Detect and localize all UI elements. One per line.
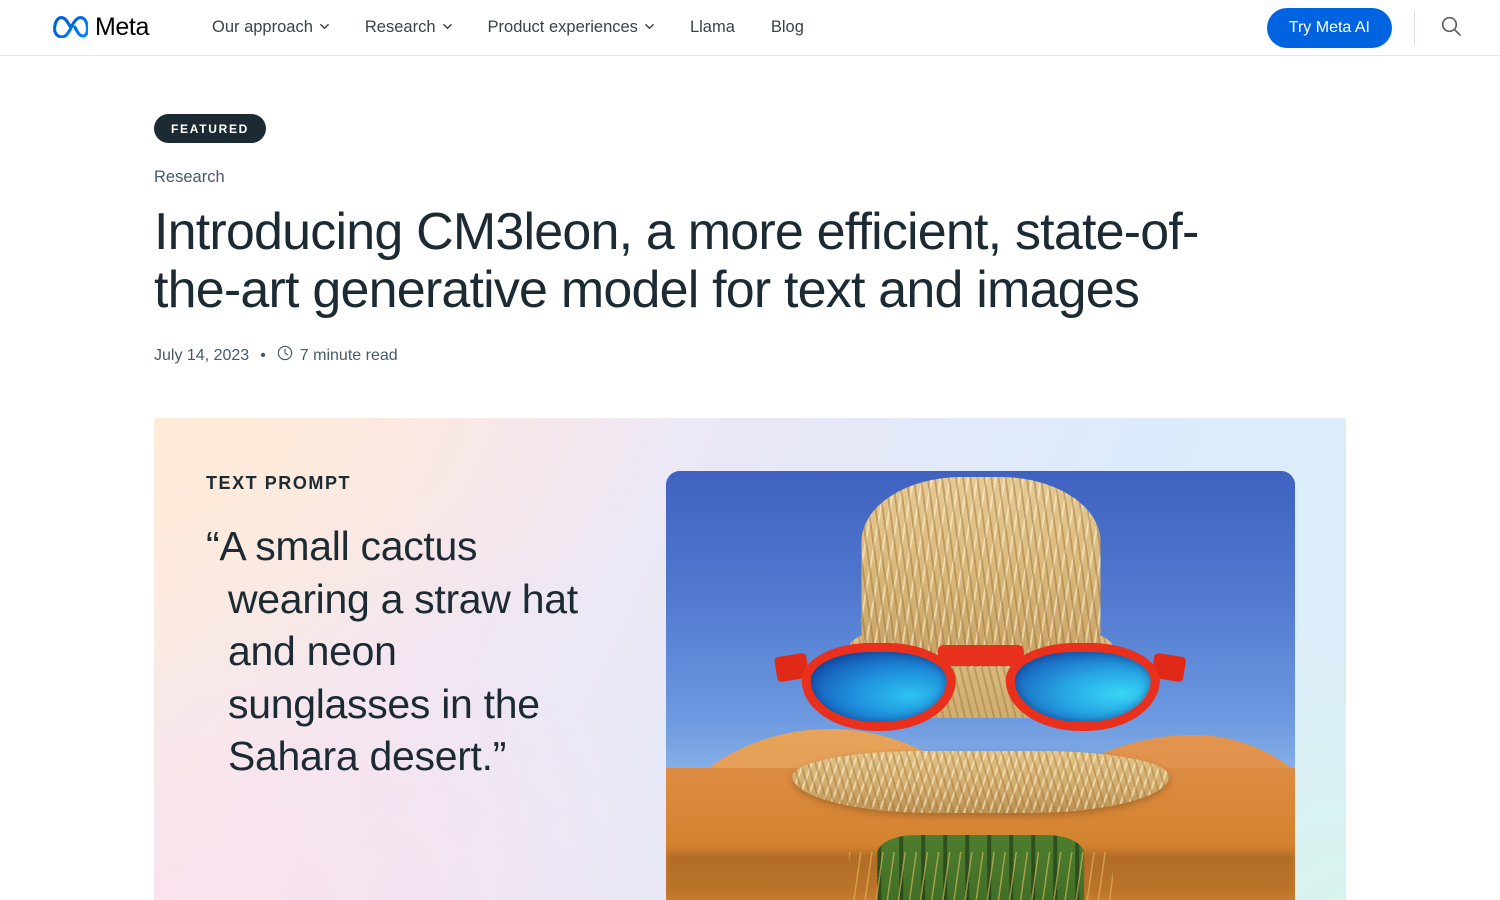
prompt-body: A small cactus wearing a straw hat and n…	[219, 523, 578, 780]
generated-image	[666, 471, 1295, 900]
status-badge-featured: FEATURED	[154, 114, 267, 143]
clock-icon	[277, 345, 293, 366]
site-header: Meta Our approach Research Product exper…	[0, 0, 1500, 56]
publish-date: July 14, 2023	[154, 346, 250, 364]
nav-item-product-experiences[interactable]: Product experiences	[470, 0, 672, 56]
nav-label: Llama	[689, 18, 735, 36]
search-icon	[1440, 15, 1462, 40]
sunglasses-lens-left	[801, 643, 956, 731]
try-meta-ai-button[interactable]: Try Meta AI	[1266, 7, 1392, 48]
meta-wordmark: Meta	[95, 13, 149, 41]
article-header: FEATURED Research Introducing CM3leon, a…	[154, 56, 1346, 366]
nav-label: Our approach	[211, 18, 313, 36]
close-quote: ”	[492, 733, 507, 780]
hero-prompt-panel: TEXT PROMPT “A small cactus wearing a st…	[154, 418, 666, 782]
nav-item-our-approach[interactable]: Our approach	[194, 0, 347, 56]
nav-item-llama[interactable]: Llama	[672, 0, 753, 56]
hero-image-panel	[666, 418, 1346, 900]
nav-label: Research	[364, 18, 436, 36]
main-nav: Our approach Research Product experience…	[194, 0, 822, 56]
text-prompt-quote: “A small cactus wearing a straw hat and …	[206, 520, 606, 782]
article-category-link[interactable]: Research	[154, 168, 1346, 187]
chevron-down-icon	[645, 22, 654, 31]
search-button[interactable]	[1436, 13, 1466, 43]
neon-sunglasses	[774, 639, 1187, 734]
meta-infinity-logo-icon	[52, 13, 89, 43]
straw-hat-brim	[791, 751, 1170, 814]
chevron-down-icon	[320, 22, 329, 31]
chevron-down-icon	[442, 22, 452, 31]
sunglasses-lens-right	[1005, 643, 1160, 731]
read-time-label: 7 minute read	[299, 346, 398, 364]
meta-separator: •	[260, 346, 266, 364]
open-quote: “	[206, 523, 220, 570]
article-page: FEATURED Research Introducing CM3leon, a…	[0, 56, 1500, 900]
read-time: 7 minute read	[277, 345, 398, 366]
article-meta: July 14, 2023 • 7 minute read	[154, 345, 1346, 366]
meta-logo-link[interactable]: Meta	[52, 13, 149, 43]
cactus-spines	[848, 852, 1113, 900]
sunglasses-bridge	[937, 645, 1024, 667]
nav-label: Blog	[770, 18, 804, 36]
header-actions: Try Meta AI	[1266, 7, 1466, 48]
header-divider	[1414, 10, 1415, 45]
nav-item-blog[interactable]: Blog	[753, 0, 822, 56]
hero-banner: TEXT PROMPT “A small cactus wearing a st…	[154, 418, 1346, 900]
nav-item-research[interactable]: Research	[347, 0, 470, 56]
text-prompt-label: TEXT PROMPT	[206, 473, 352, 494]
nav-label: Product experiences	[487, 18, 638, 36]
page-title: Introducing CM3leon, a more efficient, s…	[154, 203, 1199, 320]
